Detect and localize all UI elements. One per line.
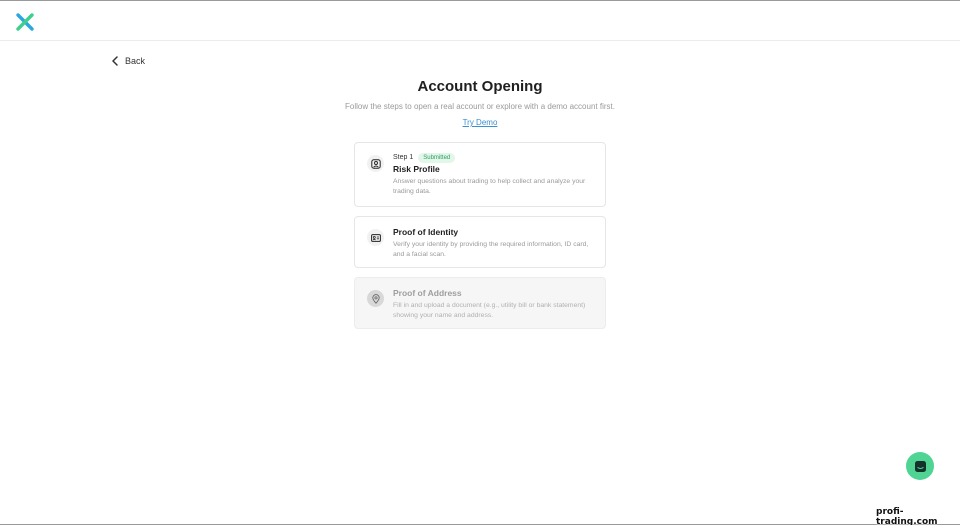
location-pin-icon xyxy=(371,293,380,304)
step-icon-wrap xyxy=(367,290,384,307)
try-demo-link[interactable]: Try Demo xyxy=(463,118,498,127)
step-description-line: Answer questions about trading to help c… xyxy=(393,178,586,185)
status-badge: Submitted xyxy=(418,152,456,163)
page-subtitle: Follow the steps to open a real account … xyxy=(345,102,615,111)
step-body: Proof of Address Fill in and upload a do… xyxy=(393,287,595,321)
top-header xyxy=(0,1,960,41)
step-description: Fill in and upload a document (e.g., uti… xyxy=(393,301,595,321)
back-button[interactable]: Back xyxy=(111,54,145,68)
step-description-line: Fill in and upload a document (e.g., uti… xyxy=(393,302,586,309)
step-card-proof-of-address: Proof of Address Fill in and upload a do… xyxy=(354,277,606,329)
step-title: Risk Profile xyxy=(393,164,440,174)
step-body: Proof of Identity Verify your identity b… xyxy=(393,226,595,260)
x-logo-icon[interactable] xyxy=(15,12,35,32)
step-icon-wrap xyxy=(367,155,384,172)
step-description-line: and a facial scan. xyxy=(393,251,446,258)
step-description-line: trading data. xyxy=(393,188,431,195)
back-label: Back xyxy=(125,56,146,66)
page-title: Account Opening xyxy=(417,78,543,95)
chat-icon xyxy=(914,460,926,472)
step-card-proof-of-identity[interactable]: Proof of Identity Verify your identity b… xyxy=(354,216,606,268)
step-header: Step 1 Submitted xyxy=(393,152,595,163)
step-description-line: showing your name and address. xyxy=(393,312,494,319)
chat-button[interactable] xyxy=(906,452,934,480)
step-body: Step 1 Submitted Risk Profile Answer que… xyxy=(393,152,595,197)
chevron-left-icon xyxy=(112,56,118,66)
user-profile-icon xyxy=(370,158,381,169)
step-description: Verify your identity by providing the re… xyxy=(393,240,595,260)
step-title: Proof of Identity xyxy=(393,227,459,237)
step-description: Answer questions about trading to help c… xyxy=(393,177,595,197)
try-demo-wrap: Try Demo xyxy=(0,118,960,127)
step-description-line: Verify your identity by providing the re… xyxy=(393,241,589,248)
step-title: Proof of Address xyxy=(393,288,462,298)
id-card-icon xyxy=(370,233,381,242)
step-card-risk-profile[interactable]: Step 1 Submitted Risk Profile Answer que… xyxy=(354,142,606,207)
step-icon-wrap xyxy=(367,229,384,246)
step-number-label: Step 1 xyxy=(393,154,414,161)
watermark: profi-trading.com xyxy=(876,507,938,525)
